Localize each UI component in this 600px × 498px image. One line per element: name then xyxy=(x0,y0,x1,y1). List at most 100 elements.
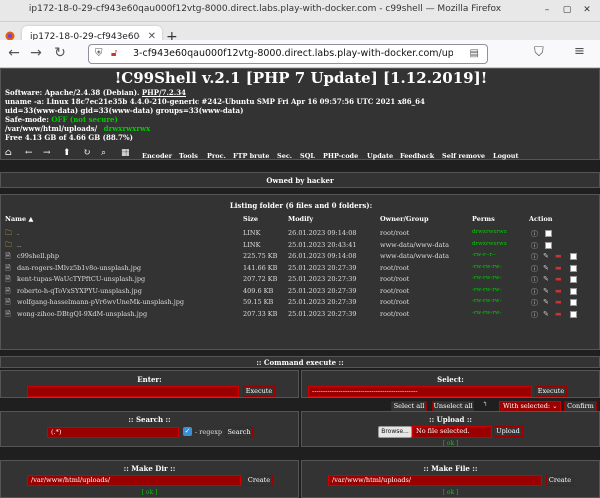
file-owner: root/root xyxy=(380,286,410,295)
search-input[interactable]: (.*) xyxy=(47,427,179,438)
make-dir-input[interactable]: /var/www/html/uploads/ xyxy=(27,475,241,486)
file-perms[interactable]: -rw-rw-rw- xyxy=(472,264,501,270)
edit-icon[interactable]: ✎ xyxy=(543,287,549,295)
row-checkbox[interactable] xyxy=(570,264,577,272)
download-icon[interactable]: ▬ xyxy=(555,252,562,260)
menu-icon[interactable]: ≡ xyxy=(574,44,585,59)
toolbar-ftp-brute[interactable]: FTP brute xyxy=(233,152,269,160)
command-input[interactable] xyxy=(27,386,239,397)
file-name[interactable]: roberto-h-qToVxSYXPYU-unsplash.jpg xyxy=(17,287,142,295)
toolbar-logout[interactable]: Logout xyxy=(493,152,519,160)
browse-button[interactable]: Browse... xyxy=(378,426,412,438)
download-icon[interactable]: ▬ xyxy=(555,275,562,283)
command-select[interactable]: ----------------------------------------… xyxy=(308,386,532,397)
edit-icon[interactable]: ✎ xyxy=(543,252,549,260)
file-name[interactable]: wolfgang-hasselmann-pVr6wvUneMk-unsplash… xyxy=(17,298,184,306)
edit-icon[interactable]: ✎ xyxy=(543,310,549,318)
file-perms[interactable]: drwxrwxrwx xyxy=(472,241,507,247)
toolbar-sql[interactable]: SQL xyxy=(300,152,315,160)
file-name[interactable]: . xyxy=(17,229,19,237)
edit-icon[interactable]: ✎ xyxy=(543,298,549,306)
info-icon[interactable]: ⓘ xyxy=(531,264,538,274)
reader-mode-icon[interactable]: ▤ xyxy=(470,48,479,59)
file-name[interactable]: c99shell.php xyxy=(17,252,59,260)
file-perms[interactable]: drwxrwxrwx xyxy=(472,229,507,235)
header-size[interactable]: Size xyxy=(243,215,258,223)
edit-icon[interactable]: ✎ xyxy=(543,275,549,283)
edit-icon[interactable]: ✎ xyxy=(543,264,549,272)
info-icon[interactable]: ⓘ xyxy=(531,275,538,285)
file-name[interactable]: wong-zihoo-DBtgQI-9XdM-unsplash.jpg xyxy=(17,310,147,318)
back-button[interactable]: ← xyxy=(6,45,22,61)
info-icon[interactable]: ⓘ xyxy=(531,241,538,251)
file-size: 141.66 KB xyxy=(243,263,278,272)
row-checkbox[interactable] xyxy=(570,310,577,318)
file-size: 207.72 KB xyxy=(243,275,278,283)
toolbar-sec[interactable]: Sec. xyxy=(277,152,292,160)
header-perms[interactable]: Perms xyxy=(472,215,495,223)
forward-arrow-icon[interactable]: → xyxy=(43,148,51,158)
insecure-lock-icon[interactable]: 🔓︎ xyxy=(111,48,117,59)
pocket-icon[interactable]: ⛉ xyxy=(534,45,544,60)
download-icon[interactable]: ▬ xyxy=(555,287,562,295)
info-icon[interactable]: ⓘ xyxy=(531,229,538,239)
download-icon[interactable]: ▬ xyxy=(555,310,562,318)
info-icon[interactable]: ⓘ xyxy=(531,310,538,320)
row-checkbox[interactable] xyxy=(545,241,552,249)
header-name[interactable]: Name ▲ xyxy=(5,215,33,223)
toolbar-tools[interactable]: Tools xyxy=(179,152,198,160)
url-bar[interactable]: ⛨ 🔓︎ 3-cf943e60qau000f12vtg-8000.direct.… xyxy=(88,44,488,64)
file-perms[interactable]: -rw-rw-rw- xyxy=(472,298,501,304)
current-path[interactable]: /var/www/html/uploads/ xyxy=(5,124,97,133)
file-perms[interactable]: -rw-rw-rw- xyxy=(472,287,501,293)
info-icon[interactable]: ⓘ xyxy=(531,252,538,262)
up-folder-icon[interactable]: ⬆ xyxy=(63,148,71,158)
shell-title: !C99Shell v.2.1 [PHP 7 Update] [1.12.201… xyxy=(114,69,488,87)
row-checkbox[interactable] xyxy=(570,287,577,295)
file-perms[interactable]: -rw-rw-rw- xyxy=(472,310,501,316)
file-modify: 25.01.2023 20:27:39 xyxy=(288,275,357,283)
upload-button[interactable]: Upload xyxy=(493,426,523,437)
toolbar-self-remove[interactable]: Self remove xyxy=(442,152,485,160)
file-name[interactable]: dan-rogers-lMlvz5b1v8o-unsplash.jpg xyxy=(17,264,141,272)
buffer-icon[interactable]: ▦ xyxy=(121,148,130,158)
shield-icon[interactable]: ⛨ xyxy=(95,48,103,59)
php-version-link[interactable]: PHP/7.2.34 xyxy=(142,88,186,97)
home-icon[interactable]: ⌂ xyxy=(5,148,12,158)
file-name[interactable]: kent-tupas-WaUcTYPftCU-unsplash.jpg xyxy=(17,275,145,283)
forward-button[interactable]: → xyxy=(28,45,44,61)
refresh-icon[interactable]: ↻ xyxy=(83,148,91,158)
row-checkbox[interactable] xyxy=(570,276,577,283)
close-window-button[interactable]: ✕ xyxy=(580,5,594,15)
make-file-create-button[interactable]: Create xyxy=(546,475,574,486)
header-owner[interactable]: Owner/Group xyxy=(380,215,429,223)
info-icon[interactable]: ⓘ xyxy=(531,298,538,308)
info-icon[interactable]: ⓘ xyxy=(531,287,538,297)
toolbar-feedback[interactable]: Feedback xyxy=(400,152,434,160)
toolbar-proc[interactable]: Proc. xyxy=(207,152,226,160)
download-icon[interactable]: ▬ xyxy=(555,264,562,272)
toolbar-encoder[interactable]: Encoder xyxy=(142,152,172,160)
minimize-button[interactable]: – xyxy=(540,5,554,15)
header-modify[interactable]: Modify xyxy=(288,215,313,223)
toolbar-update[interactable]: Update xyxy=(367,152,393,160)
toolbar-php-code[interactable]: PHP-code xyxy=(323,152,358,160)
make-dir-create-button[interactable]: Create xyxy=(245,475,273,486)
reload-button[interactable]: ↻ xyxy=(52,45,68,61)
regexp-checkbox[interactable]: ✓ xyxy=(183,427,192,436)
row-checkbox[interactable] xyxy=(570,253,577,260)
maximize-button[interactable]: ▢ xyxy=(560,5,574,15)
back-arrow-icon[interactable]: ← xyxy=(25,148,33,158)
execute-button[interactable]: Execute xyxy=(243,386,275,397)
make-file-input[interactable]: /var/www/html/uploads/ xyxy=(328,475,542,486)
file-name[interactable]: .. xyxy=(17,241,21,249)
download-icon[interactable]: ▬ xyxy=(555,298,562,306)
row-checkbox[interactable] xyxy=(545,230,552,237)
search-button[interactable]: Search xyxy=(225,427,253,438)
file-perms[interactable]: -rw-r--r-- xyxy=(472,252,496,258)
execute-select-button[interactable]: Execute xyxy=(535,386,567,397)
url-text[interactable]: 3-cf943e60qau000f12vtg-8000.direct.labs.… xyxy=(133,48,453,59)
file-perms[interactable]: -rw-rw-rw- xyxy=(472,275,501,281)
search-icon[interactable]: ⌕ xyxy=(101,148,106,158)
row-checkbox[interactable] xyxy=(570,299,577,306)
